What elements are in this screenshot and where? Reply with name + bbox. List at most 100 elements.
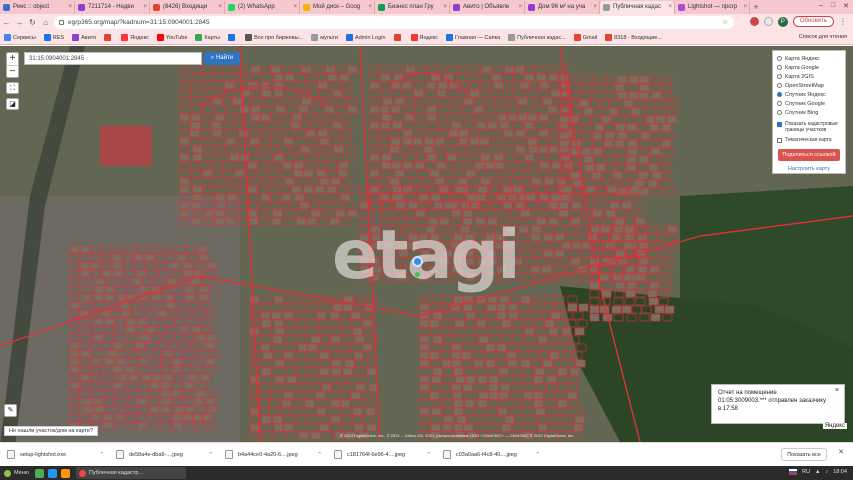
- close-tab-icon[interactable]: ×: [218, 1, 222, 14]
- layer-option-1[interactable]: Карта Google: [777, 63, 841, 72]
- cadastral-borders-option[interactable]: Показать кадастровые границы участков: [777, 121, 841, 133]
- tab-1[interactable]: 7211714 - Недви ×: [75, 1, 150, 14]
- russian-flag-icon[interactable]: [789, 469, 798, 475]
- close-tab-icon[interactable]: ×: [668, 1, 672, 14]
- tab-4[interactable]: Мой диск – Goog ×: [300, 1, 375, 14]
- measure-button[interactable]: ◪: [6, 98, 19, 110]
- minimize-icon[interactable]: –: [819, 2, 823, 10]
- zoom-in-button[interactable]: +: [7, 53, 18, 65]
- fullscreen-button[interactable]: ⛶: [6, 82, 19, 94]
- files-icon[interactable]: [34, 468, 44, 478]
- bookmark-11[interactable]: [393, 34, 403, 41]
- bookmark-4[interactable]: Яндекс: [121, 34, 149, 41]
- find-button[interactable]: ⌕ Найти: [204, 52, 240, 65]
- clock[interactable]: 18:04: [833, 469, 847, 475]
- download-item-0[interactable]: setup-lightshot.exe ⌃: [4, 447, 108, 463]
- zoom-out-button[interactable]: −: [7, 65, 18, 77]
- tab-3[interactable]: (2) WhatsApp ×: [225, 1, 300, 14]
- tab-8[interactable]: Публичная кадас ×: [600, 1, 675, 14]
- chevron-up-icon[interactable]: ⌃: [426, 452, 431, 458]
- reading-list[interactable]: Список для чтения: [799, 34, 847, 40]
- close-icon[interactable]: ✕: [838, 448, 844, 456]
- bookmark-2[interactable]: Авито: [72, 34, 96, 41]
- chevron-up-icon[interactable]: ⌃: [317, 452, 322, 458]
- close-tab-icon[interactable]: ×: [518, 1, 522, 14]
- close-tab-icon[interactable]: ×: [368, 1, 372, 14]
- new-tab-icon[interactable]: +: [750, 1, 762, 14]
- not-found-link[interactable]: Не нашли участок/дом на карте?: [4, 426, 99, 436]
- network-icon[interactable]: ▲: [815, 469, 820, 475]
- download-item-1[interactable]: de58a4e-dba9-....jpeg ⌃: [113, 447, 217, 463]
- close-tab-icon[interactable]: ×: [743, 1, 747, 14]
- tab-0[interactable]: Реес :: object ×: [0, 1, 75, 14]
- extensions-puzzle-icon[interactable]: [763, 17, 773, 26]
- extension-icon[interactable]: [749, 17, 759, 26]
- keyboard-layout[interactable]: RU: [802, 469, 810, 475]
- start-menu-button[interactable]: Меню: [0, 469, 33, 477]
- tab-9[interactable]: Lightshot — прогр ×: [675, 1, 750, 14]
- bookmark-12[interactable]: Яндекс: [410, 34, 438, 41]
- tab-2[interactable]: (8426) Входящи ×: [150, 1, 225, 14]
- cadastral-checkbox[interactable]: [777, 122, 782, 127]
- tab-5[interactable]: Бизнес план Гру ×: [375, 1, 450, 14]
- update-button[interactable]: Обновить: [792, 16, 834, 27]
- bookmark-15[interactable]: Gmail: [573, 34, 597, 41]
- bookmark-10[interactable]: Admin Login: [345, 34, 386, 41]
- download-item-3[interactable]: c181764f-6e96-4....jpeg ⌃: [331, 447, 435, 463]
- bookmark-3[interactable]: [104, 34, 113, 41]
- thematic-map-option[interactable]: Тематическая карта: [777, 137, 841, 143]
- edit-button[interactable]: ✎: [4, 404, 17, 417]
- back-icon[interactable]: ←: [0, 18, 13, 27]
- bookmark-star-icon[interactable]: ☆: [722, 16, 728, 29]
- bookmark-8[interactable]: Все про биржевы...: [245, 34, 303, 41]
- address-bar[interactable]: egrp365.org/map/?kadnum=31:15:0904001:28…: [54, 16, 734, 29]
- layer-option-4[interactable]: Спутник Яндекс: [777, 90, 841, 99]
- close-tab-icon[interactable]: ×: [143, 1, 147, 14]
- bookmark-5[interactable]: YouTube: [156, 34, 187, 41]
- bookmark-16[interactable]: 8318 · Входящие...: [605, 34, 662, 41]
- close-tab-icon[interactable]: ×: [68, 1, 72, 14]
- layer-option-0[interactable]: Карта Яндекс: [777, 54, 841, 63]
- download-item-2[interactable]: b4a44ce0-4a20-6....jpeg ⌃: [222, 447, 326, 463]
- close-tab-icon[interactable]: ×: [443, 1, 447, 14]
- layer-radio[interactable]: [777, 74, 782, 79]
- volume-icon[interactable]: ♪: [825, 469, 828, 475]
- home-icon[interactable]: ⌂: [39, 18, 52, 27]
- layer-radio[interactable]: [777, 92, 782, 97]
- layer-option-5[interactable]: Спутник Google: [777, 99, 841, 108]
- layer-radio[interactable]: [777, 83, 782, 88]
- layer-radio[interactable]: [777, 65, 782, 70]
- bookmark-6[interactable]: Карты: [195, 34, 220, 41]
- layer-option-2[interactable]: Карта 2GIS: [777, 72, 841, 81]
- bookmark-9[interactable]: мульти: [311, 34, 338, 41]
- layer-radio[interactable]: [777, 110, 782, 115]
- location-marker[interactable]: [412, 256, 423, 267]
- chevron-up-icon[interactable]: ⌃: [208, 452, 213, 458]
- layer-radio[interactable]: [777, 56, 782, 61]
- forward-icon[interactable]: →: [13, 18, 26, 27]
- share-link-button[interactable]: Поделиться ссылкой: [778, 149, 840, 161]
- layer-option-6[interactable]: Спутник Bing: [777, 108, 841, 117]
- bookmark-0[interactable]: Сервисы: [4, 34, 36, 41]
- chevron-up-icon[interactable]: ⌃: [99, 452, 104, 458]
- menu-kebab-icon[interactable]: ⋮: [839, 17, 847, 26]
- profile-avatar[interactable]: P: [777, 16, 788, 27]
- layer-radio[interactable]: [777, 101, 782, 106]
- taskbar-window-item[interactable]: Публичная кадастр...: [75, 467, 186, 479]
- layer-option-3[interactable]: OpenStreetMap: [777, 81, 841, 90]
- maximize-icon[interactable]: □: [831, 2, 835, 10]
- close-window-icon[interactable]: ✕: [843, 2, 849, 10]
- chevron-up-icon[interactable]: ⌃: [535, 452, 540, 458]
- bookmark-13[interactable]: Главная — Сапка: [446, 34, 500, 41]
- show-all-downloads-button[interactable]: Показать все: [781, 448, 827, 461]
- map-settings-link[interactable]: Настроить карту: [777, 166, 841, 172]
- bookmark-14[interactable]: Публичная кадас...: [508, 34, 566, 41]
- close-tab-icon[interactable]: ×: [293, 1, 297, 14]
- thematic-checkbox[interactable]: [777, 138, 782, 143]
- lock-icon[interactable]: [59, 20, 64, 25]
- bookmark-1[interactable]: RES: [43, 34, 64, 41]
- browser-launcher-icon[interactable]: [60, 468, 70, 478]
- cadastral-map[interactable]: + − ⛶ ◪ 31:15:0904001:2845 ⌕ Найти etagi…: [0, 46, 853, 442]
- close-tab-icon[interactable]: ×: [593, 1, 597, 14]
- terminal-icon[interactable]: [47, 468, 57, 478]
